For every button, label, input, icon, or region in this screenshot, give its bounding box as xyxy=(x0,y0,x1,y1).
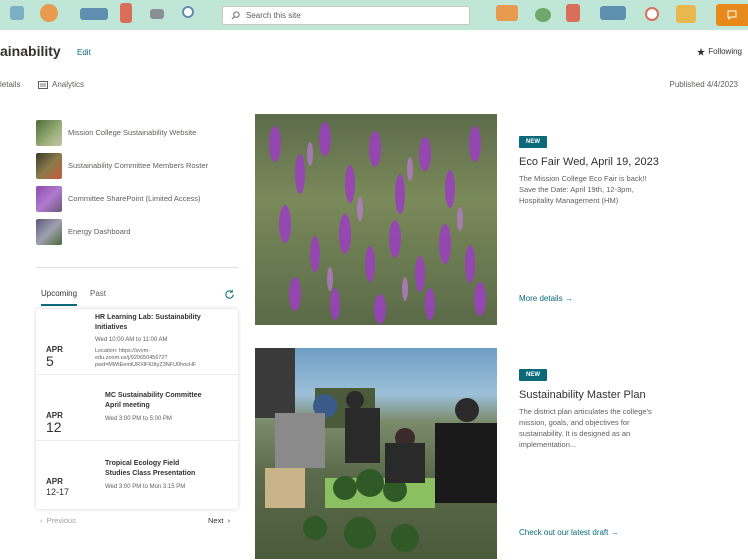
banner-decoration xyxy=(600,6,626,20)
event-item[interactable]: APR 5 HR Learning Lab: Sustainability In… xyxy=(36,309,238,375)
analytics-icon xyxy=(38,80,48,89)
event-title: Tropical Ecology Field Studies Class Pre… xyxy=(105,460,196,477)
quick-link-label: Committee SharePoint (Limited Access) xyxy=(68,194,201,203)
latest-draft-link[interactable]: Check out our latest draft → xyxy=(519,528,619,537)
search-input[interactable]: Search this site xyxy=(222,6,470,25)
site-title[interactable]: ainability xyxy=(0,43,61,59)
event-time: Wed 3:00 PM to 5:00 PM xyxy=(105,416,172,422)
banner-decoration xyxy=(496,5,518,21)
quick-links: Mission College Sustainability Website S… xyxy=(36,116,246,248)
news-title[interactable]: Sustainability Master Plan xyxy=(519,389,646,401)
quick-link-label: Energy Dashboard xyxy=(68,227,131,236)
arrow-right-icon: → xyxy=(610,528,619,537)
site-banner: Search this site xyxy=(0,0,748,30)
quick-link-label: Mission College Sustainability Website xyxy=(68,128,197,137)
chat-icon xyxy=(727,10,737,20)
event-item[interactable]: APR 12-17 Tropical Ecology Field Studies… xyxy=(36,441,238,509)
analytics-button[interactable]: Analytics xyxy=(38,80,84,89)
following-label: Following xyxy=(708,47,742,56)
quick-link-item[interactable]: Committee SharePoint (Limited Access) xyxy=(36,182,246,215)
quick-link-item[interactable]: Sustainability Committee Members Roster xyxy=(36,149,246,182)
banner-decoration xyxy=(40,4,58,22)
previous-label: Previous xyxy=(46,516,76,525)
previous-button[interactable]: ‹ Previous xyxy=(40,516,76,525)
arrow-right-icon: → xyxy=(564,294,573,303)
banner-decoration xyxy=(566,4,580,22)
news-link-label: Check out our latest draft xyxy=(519,528,609,537)
next-label: Next xyxy=(208,516,224,525)
link-thumbnail xyxy=(36,152,62,179)
banner-decoration xyxy=(150,9,164,19)
new-badge: NEW xyxy=(519,369,547,381)
search-icon xyxy=(231,11,240,20)
events-list: APR 5 HR Learning Lab: Sustainability In… xyxy=(36,309,238,509)
analytics-label: Analytics xyxy=(52,80,85,89)
event-day: 12-17 xyxy=(46,487,70,497)
tab-upcoming[interactable]: Upcoming xyxy=(41,289,77,298)
lavender-flowers-image xyxy=(269,122,486,324)
news-description: The Mission College Eco Fair is back!! S… xyxy=(519,174,647,205)
event-date: APR 5 xyxy=(46,345,86,368)
news-image-eco-fair[interactable] xyxy=(255,114,497,325)
event-title: MC Sustainability Committee April meetin… xyxy=(105,392,202,409)
following-button[interactable]: Following xyxy=(697,47,742,56)
link-thumbnail xyxy=(36,119,62,146)
active-tab-indicator xyxy=(41,304,77,306)
section-divider xyxy=(36,267,238,268)
chat-button[interactable] xyxy=(716,4,748,26)
page-details-label: letails xyxy=(0,80,21,89)
banner-decoration xyxy=(645,7,659,21)
event-title: HR Learning Lab: Sustainability Initiati… xyxy=(95,314,201,331)
event-day: 5 xyxy=(46,353,54,369)
banner-decoration xyxy=(120,3,132,23)
quick-link-label: Sustainability Committee Members Roster xyxy=(68,161,209,170)
search-placeholder: Search this site xyxy=(246,11,301,20)
events-tabs: Upcoming Past xyxy=(36,289,238,307)
event-day: 12 xyxy=(46,419,62,435)
event-location: Location: https://svvm-edu.zoom.us/j/920… xyxy=(95,348,197,368)
news-image-master-plan[interactable] xyxy=(255,348,497,559)
next-button[interactable]: Next › xyxy=(208,516,230,525)
event-item[interactable]: APR 12 MC Sustainability Committee April… xyxy=(36,375,238,441)
banner-decoration xyxy=(182,6,194,18)
banner-decoration xyxy=(10,6,24,20)
event-date: APR 12 xyxy=(46,411,86,434)
news-description: The district plan articulates the colleg… xyxy=(519,407,652,449)
star-icon xyxy=(697,47,706,56)
banner-decoration xyxy=(535,8,551,22)
refresh-icon[interactable] xyxy=(224,289,235,300)
event-month: APR xyxy=(46,477,63,486)
new-badge: NEW xyxy=(519,136,547,148)
event-time: Wed 3:00 PM to Mon 3:15 PM xyxy=(105,484,186,490)
more-details-link[interactable]: More details → xyxy=(519,294,573,303)
link-thumbnail xyxy=(36,185,62,212)
page-details-button[interactable]: letails xyxy=(0,80,20,89)
edit-link[interactable]: Edit xyxy=(77,48,91,57)
banner-decoration xyxy=(676,5,696,23)
banner-decoration xyxy=(80,8,108,20)
event-date: APR 12-17 xyxy=(46,477,86,498)
published-date: Published 4/4/2023 xyxy=(669,80,739,89)
students-gardening-image xyxy=(255,348,497,552)
news-link-label: More details xyxy=(519,294,563,303)
news-title[interactable]: Eco Fair Wed, April 19, 2023 xyxy=(519,156,659,168)
tab-past[interactable]: Past xyxy=(90,289,106,298)
event-time: Wed 10:00 AM to 11:00 AM xyxy=(95,337,168,343)
quick-link-item[interactable]: Energy Dashboard xyxy=(36,215,246,248)
quick-link-item[interactable]: Mission College Sustainability Website xyxy=(36,116,246,149)
link-thumbnail xyxy=(36,218,62,245)
